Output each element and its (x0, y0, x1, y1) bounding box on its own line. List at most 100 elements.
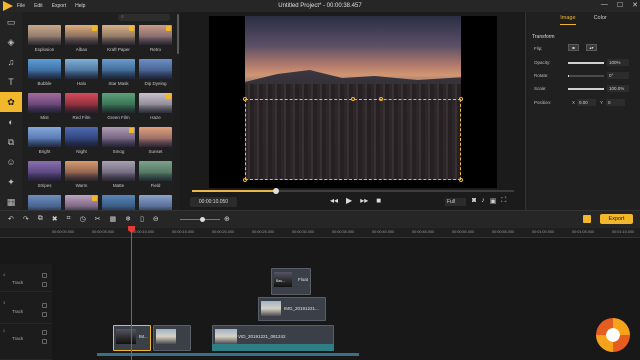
copy-icon[interactable]: ⧉ (38, 215, 43, 223)
music-icon[interactable]: ♫ (0, 52, 22, 72)
download-badge-icon[interactable] (129, 128, 134, 133)
stop-icon[interactable]: ■ (376, 196, 381, 205)
filter-item[interactable]: Haze (139, 93, 172, 124)
menu-file[interactable]: File (17, 3, 25, 9)
filter-item[interactable]: Warm (65, 161, 98, 192)
filter-item[interactable]: Bright (28, 127, 61, 158)
quality-select[interactable]: Full (445, 198, 466, 206)
playback-progress[interactable] (192, 188, 514, 194)
element-icon[interactable]: ▦ (0, 192, 22, 212)
zoom-out-icon[interactable]: ⊖ (153, 215, 159, 223)
sticker-icon[interactable]: ☺ (0, 152, 22, 172)
next-frame-icon[interactable]: ▸▸ (360, 196, 368, 205)
position-x-input[interactable]: 0.00 (577, 99, 596, 106)
rotate-handle[interactable] (379, 97, 383, 101)
split-icon[interactable]: ✂ (95, 215, 101, 223)
timeline-zoom-slider[interactable] (180, 217, 220, 222)
opacity-slider[interactable] (568, 62, 604, 64)
track-lock-icon[interactable] (42, 282, 47, 287)
download-badge-icon[interactable] (166, 26, 171, 31)
export-settings-icon[interactable] (583, 215, 591, 223)
filter-item[interactable]: Stripes (28, 161, 61, 192)
track-visibility-icon[interactable] (42, 273, 47, 278)
tab-color[interactable]: Color (594, 15, 607, 25)
effects-icon[interactable]: ✦ (0, 172, 22, 192)
audio-waveform[interactable] (212, 344, 334, 351)
undo-icon[interactable]: ↶ (8, 215, 14, 223)
resize-handle[interactable] (459, 97, 463, 101)
opacity-value[interactable]: 100% (607, 59, 629, 66)
filter-item[interactable]: Green Film (102, 93, 135, 124)
download-badge-icon[interactable] (129, 26, 134, 31)
track-lock-icon[interactable] (42, 312, 47, 317)
filter-item[interactable] (28, 195, 61, 210)
redo-icon[interactable]: ↷ (23, 215, 29, 223)
menu-export[interactable]: Export (52, 3, 66, 9)
filter-search-input[interactable]: ⌕ (118, 14, 170, 21)
volume-icon[interactable]: ♪ (481, 197, 485, 205)
export-button[interactable]: Export (600, 214, 633, 224)
crop-ratio-icon[interactable]: ▣ (490, 197, 497, 205)
minimize-icon[interactable]: — (601, 1, 608, 9)
snapshot-icon[interactable]: ◙ (472, 197, 476, 205)
filter-item[interactable]: Star Mask (102, 59, 135, 90)
filter-item[interactable]: Explosion (28, 25, 61, 56)
filter-item[interactable]: Sunset (139, 127, 172, 158)
flip-vertical-button[interactable]: ▴▾ (586, 44, 597, 51)
filter-item[interactable]: Mist (28, 93, 61, 124)
filter-item[interactable]: Kraft Paper (102, 25, 135, 56)
resize-handle[interactable] (243, 97, 247, 101)
download-badge-icon[interactable] (166, 94, 171, 99)
timeline-clip-img[interactable]: IMG_20191221... (258, 297, 326, 321)
timeline-clip-main-b[interactable] (153, 325, 191, 351)
delete-icon[interactable]: ✖ (52, 215, 58, 223)
overlay-icon[interactable]: ◐ (0, 112, 22, 132)
download-badge-icon[interactable] (92, 196, 97, 201)
resize-handle[interactable] (459, 178, 463, 182)
crop-icon[interactable]: ⌗ (67, 215, 71, 223)
filter-icon[interactable]: ✿ (0, 92, 22, 112)
filter-item[interactable]: Matte (102, 161, 135, 192)
menu-edit[interactable]: Edit (34, 3, 43, 9)
filter-item[interactable] (65, 195, 98, 210)
play-icon[interactable]: ▶ (346, 196, 352, 205)
timeline-clip-float[interactable]: Bas... Float (271, 268, 311, 295)
transition-icon[interactable]: ⧉ (0, 132, 22, 152)
freeze-icon[interactable]: ❄ (125, 215, 131, 223)
timeline-clip-main-a[interactable]: IM... (113, 325, 151, 351)
marker-icon[interactable]: ▯ (140, 215, 144, 223)
maximize-icon[interactable]: ☐ (617, 1, 623, 9)
previous-frame-icon[interactable]: ◂◂ (330, 196, 338, 205)
playback-progress-knob[interactable] (272, 188, 279, 194)
rotate-slider[interactable] (568, 75, 604, 77)
filter-item[interactable]: Albao (65, 25, 98, 56)
playhead-line[interactable] (131, 226, 132, 360)
download-badge-icon[interactable] (92, 26, 97, 31)
flip-horizontal-button[interactable]: ◂▸ (568, 44, 579, 51)
filter-item[interactable]: Red Film (65, 93, 98, 124)
filter-item[interactable]: Dip Dyeing (139, 59, 172, 90)
timeline-zoom-knob[interactable] (200, 217, 205, 222)
fullscreen-icon[interactable]: ⛶ (501, 197, 506, 205)
resize-handle[interactable] (243, 178, 247, 182)
filters-scrollbar[interactable] (177, 14, 179, 54)
filter-item[interactable]: Night (65, 127, 98, 158)
filter-item[interactable]: Bubble (28, 59, 61, 90)
filter-item[interactable] (139, 195, 172, 210)
zoom-in-icon[interactable]: ⊕ (224, 215, 230, 223)
filter-item[interactable]: Field (139, 161, 172, 192)
resize-handle[interactable] (351, 97, 355, 101)
filter-item[interactable] (102, 195, 135, 210)
position-y-input[interactable]: 0 (606, 99, 625, 106)
filter-item[interactable]: Retro (139, 25, 172, 56)
filter-item[interactable]: Halo (65, 59, 98, 90)
menu-help[interactable]: Help (75, 3, 85, 9)
text-icon[interactable]: T (0, 72, 22, 92)
rotate-value[interactable]: 0° (607, 72, 629, 79)
track-lock-icon[interactable] (42, 339, 47, 344)
tab-image[interactable]: Image (560, 15, 576, 25)
mosaic-icon[interactable]: ▦ (110, 215, 117, 223)
track-visibility-icon[interactable] (42, 330, 47, 335)
timeline-ruler[interactable]: 00:00:00.000 00:00:05.000 00:00:10.000 00:0… (0, 228, 640, 238)
close-icon[interactable]: ✕ (632, 1, 638, 9)
